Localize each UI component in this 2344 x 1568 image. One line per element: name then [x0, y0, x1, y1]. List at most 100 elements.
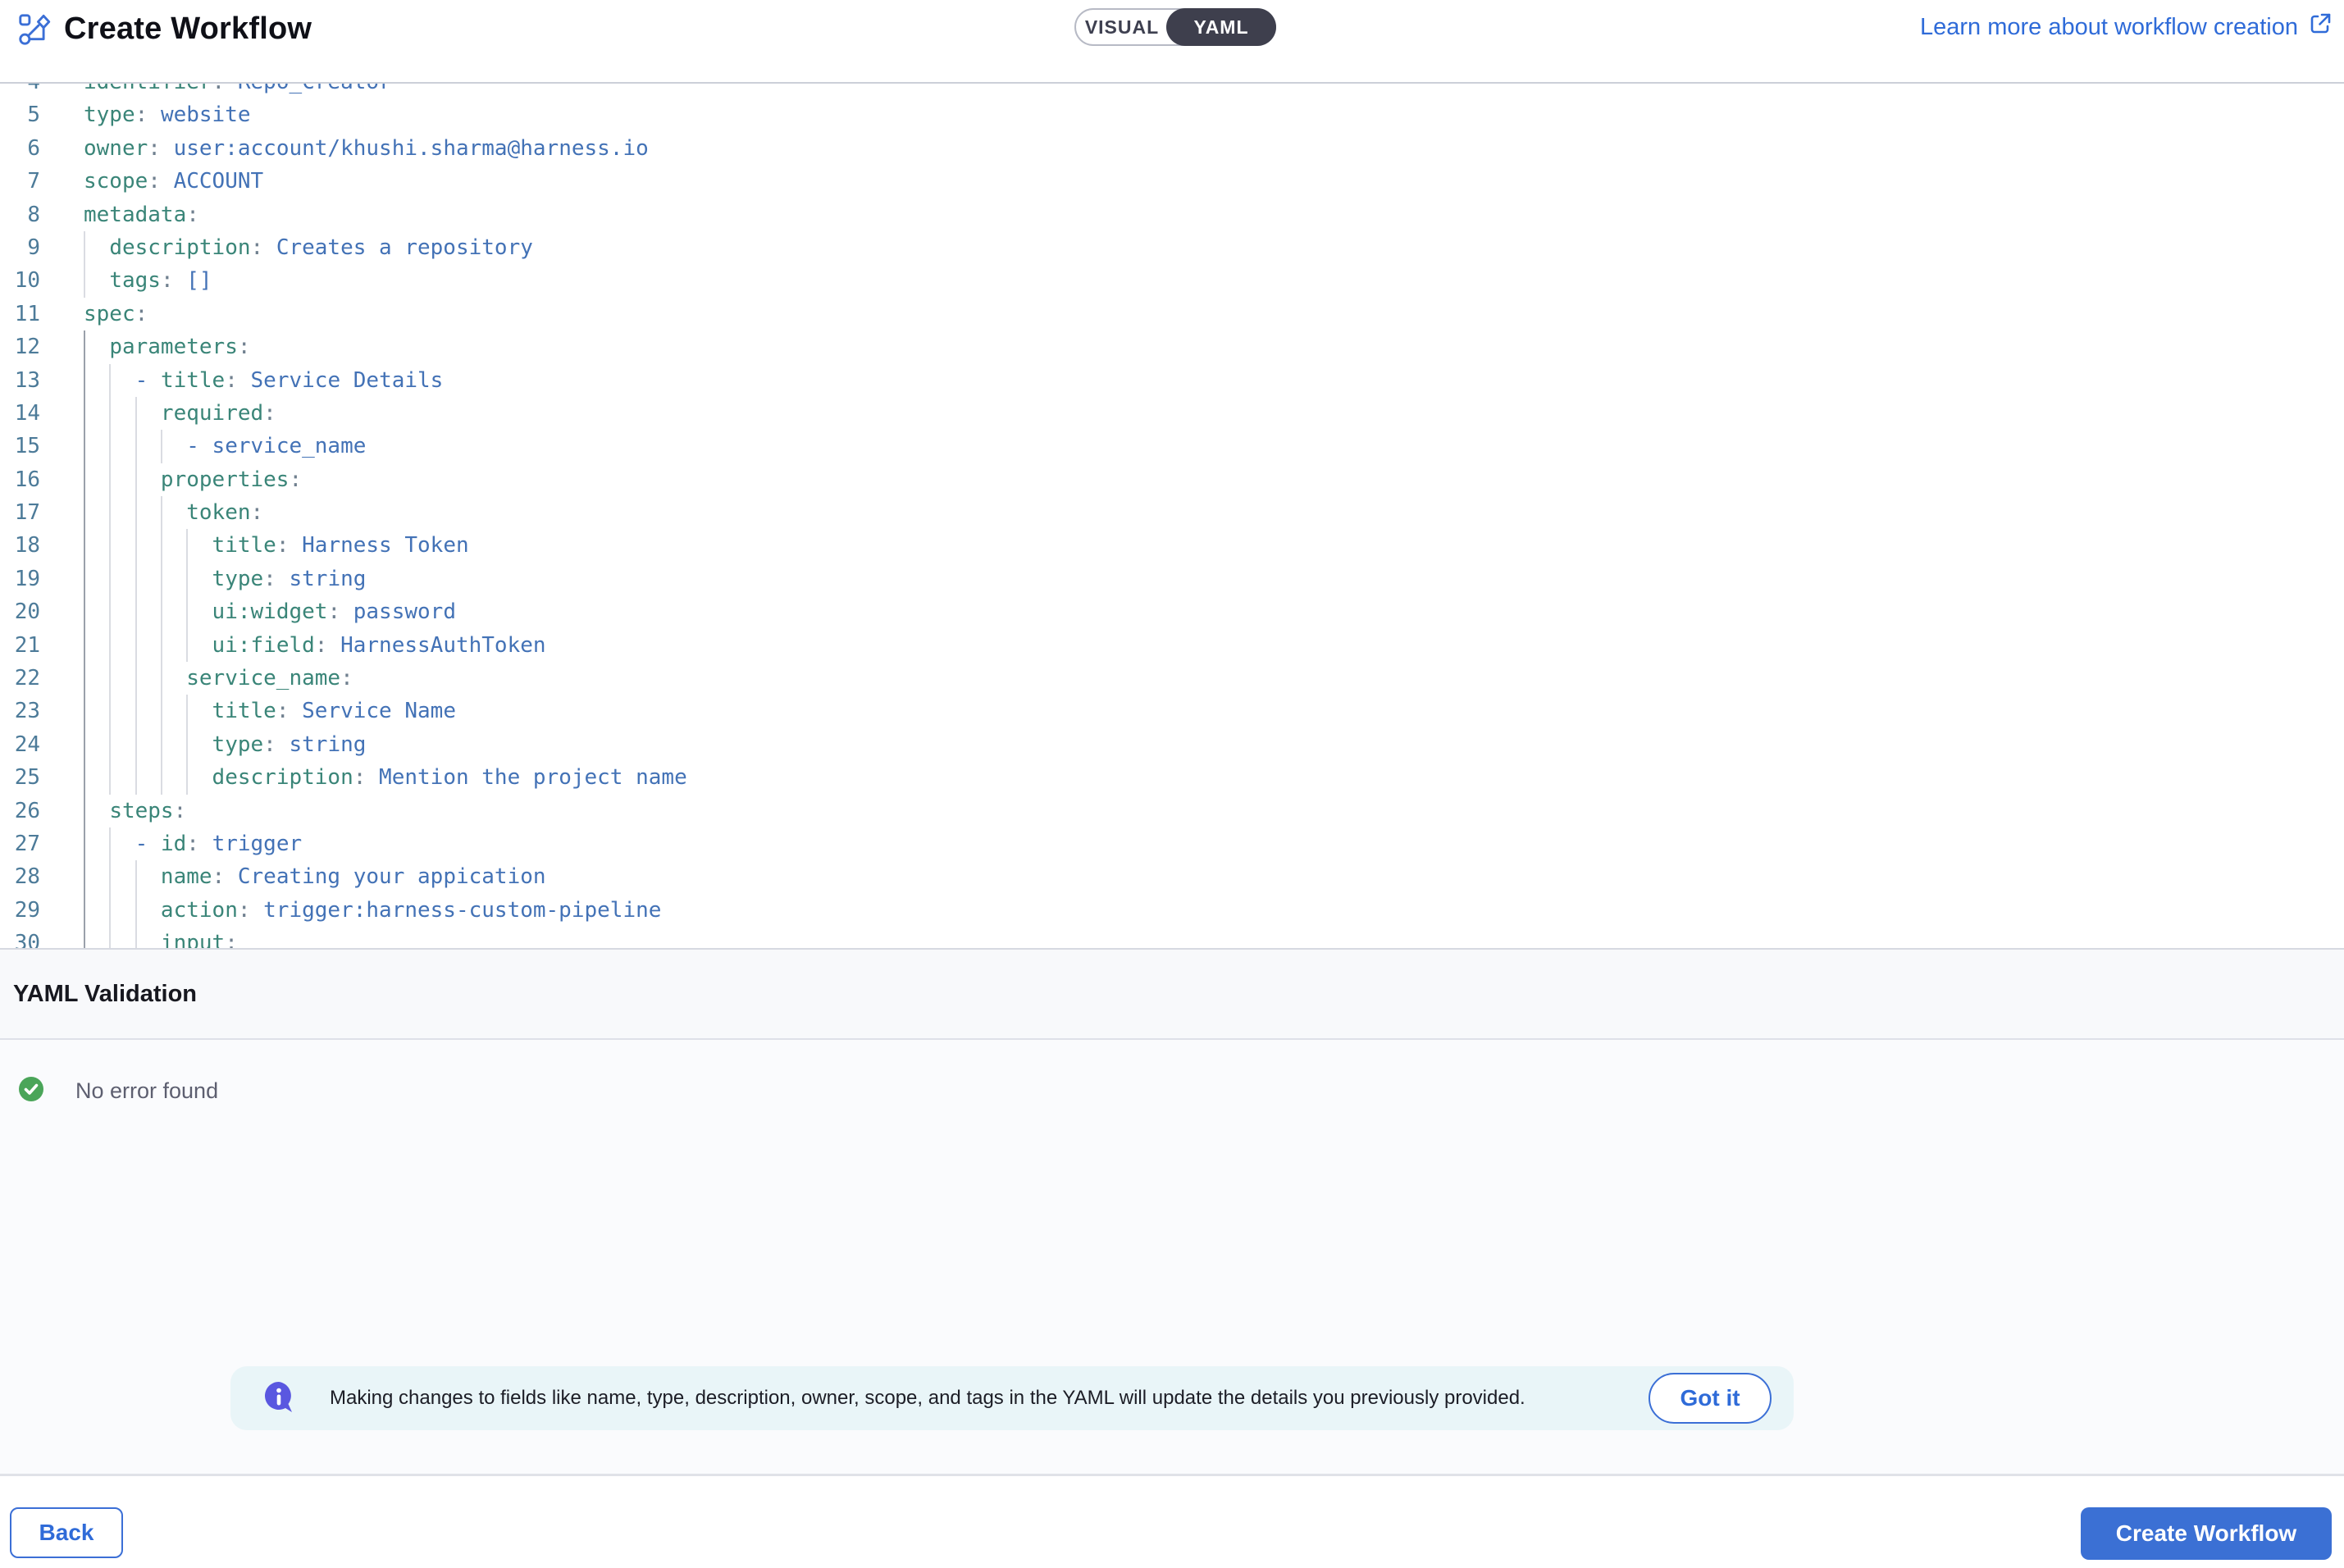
app-header: Create Workflow VISUAL YAML Learn more a…: [0, 0, 2344, 82]
code-token: :: [251, 500, 264, 525]
code-token: name: [161, 864, 212, 889]
code-token: [84, 533, 212, 558]
validation-status-row: No error found: [18, 1076, 218, 1106]
line-number: 13: [0, 364, 40, 397]
code-token: service_name: [186, 666, 340, 691]
indent-guide: [161, 761, 162, 794]
indent-guide: [84, 629, 85, 662]
yaml-validation-body: No error found Making changes to fields …: [0, 1040, 2344, 1474]
indent-guide: [84, 860, 85, 893]
indent-guide: [84, 330, 85, 363]
view-toggle[interactable]: VISUAL YAML: [1074, 8, 1276, 46]
indent-guide: [186, 563, 188, 595]
indent-guide: [109, 662, 111, 695]
code-token: Service Name: [302, 699, 456, 723]
indent-guide: [161, 695, 162, 727]
indent-guide: [109, 563, 111, 595]
line-number: 28: [0, 860, 40, 893]
code-token: :: [276, 699, 302, 723]
code-line: 15 - service_name: [0, 430, 2344, 463]
line-number: 9: [0, 231, 40, 264]
code-token: [84, 567, 212, 591]
code-token: :: [225, 931, 238, 950]
code-token: password: [353, 599, 456, 624]
indent-guide: [161, 595, 162, 628]
code-token: scope: [84, 169, 148, 194]
validation-status-text: No error found: [75, 1078, 218, 1104]
indent-guide: [84, 496, 85, 529]
code-token: required: [161, 401, 263, 426]
code-token: [84, 268, 109, 293]
code-token: :: [186, 203, 199, 227]
back-button[interactable]: Back: [10, 1507, 123, 1558]
code-token: Repo_Creator: [238, 82, 392, 94]
learn-more-label: Learn more about workflow creation: [1920, 14, 2298, 41]
code-token: service_name: [212, 434, 367, 458]
code-token: tags: [109, 268, 161, 293]
code-token: :: [135, 103, 161, 127]
indent-guide: [135, 927, 137, 950]
code-line: 21 ui:field: HarnessAuthToken: [0, 629, 2344, 662]
line-number: 15: [0, 430, 40, 463]
line-number: 23: [0, 695, 40, 727]
code-line: 16 properties:: [0, 463, 2344, 496]
indent-guide: [109, 463, 111, 496]
code-token: :: [315, 633, 340, 658]
learn-more-link[interactable]: Learn more about workflow creation: [1920, 0, 2333, 54]
code-line: 28 name: Creating your appication: [0, 860, 2344, 893]
code-token: [84, 599, 212, 624]
app-footer: Back Create Workflow: [0, 1476, 2344, 1568]
indent-guide: [135, 894, 137, 927]
line-number: 12: [0, 330, 40, 363]
code-token: []: [186, 268, 212, 293]
code-token: :: [289, 467, 302, 492]
info-bubble-icon: [261, 1379, 297, 1419]
indent-guide: [84, 463, 85, 496]
indent-guide: [135, 397, 137, 430]
code-token: :: [225, 368, 250, 393]
code-line: 25 description: Mention the project name: [0, 761, 2344, 794]
indent-guide: [135, 496, 137, 529]
code-line: 18 title: Harness Token: [0, 529, 2344, 562]
line-number: 27: [0, 827, 40, 860]
code-token: user:account/khushi.sharma@harness.io: [174, 136, 649, 161]
code-token: owner: [84, 136, 148, 161]
indent-guide: [109, 496, 111, 529]
indent-guide: [186, 595, 188, 628]
code-token: ui:field: [212, 633, 315, 658]
code-token: -: [135, 832, 161, 856]
indent-guide: [186, 761, 188, 794]
indent-guide: [84, 264, 85, 297]
indent-guide: [84, 430, 85, 463]
indent-guide: [161, 629, 162, 662]
code-token: Creating your appication: [238, 864, 546, 889]
code-line: 6owner: user:account/khushi.sharma@harne…: [0, 132, 2344, 165]
toggle-visual[interactable]: VISUAL: [1076, 16, 1168, 39]
indent-guide: [135, 860, 137, 893]
toggle-yaml[interactable]: YAML: [1166, 8, 1276, 46]
line-number: 14: [0, 397, 40, 430]
indent-guide: [109, 728, 111, 761]
line-number: 19: [0, 563, 40, 595]
indent-guide: [186, 695, 188, 727]
brand: Create Workflow: [18, 11, 312, 47]
code-line: 19 type: string: [0, 563, 2344, 595]
workflow-icon: [18, 13, 51, 46]
code-line: 22 service_name:: [0, 662, 2344, 695]
create-workflow-button[interactable]: Create Workflow: [2081, 1507, 2332, 1560]
indent-guide: [84, 397, 85, 430]
indent-guide: [109, 894, 111, 927]
indent-guide: [186, 728, 188, 761]
code-token: [84, 467, 161, 492]
indent-guide: [109, 595, 111, 628]
code-token: input: [161, 931, 225, 950]
indent-guide: [135, 629, 137, 662]
code-token: [84, 401, 161, 426]
yaml-editor[interactable]: 4identifier: Repo_Creator5type: website6…: [0, 82, 2344, 950]
line-number: 10: [0, 264, 40, 297]
indent-guide: [135, 430, 137, 463]
code-token: :: [186, 832, 212, 856]
got-it-button[interactable]: Got it: [1649, 1373, 1772, 1424]
line-number: 11: [0, 298, 40, 330]
code-token: title: [212, 533, 276, 558]
